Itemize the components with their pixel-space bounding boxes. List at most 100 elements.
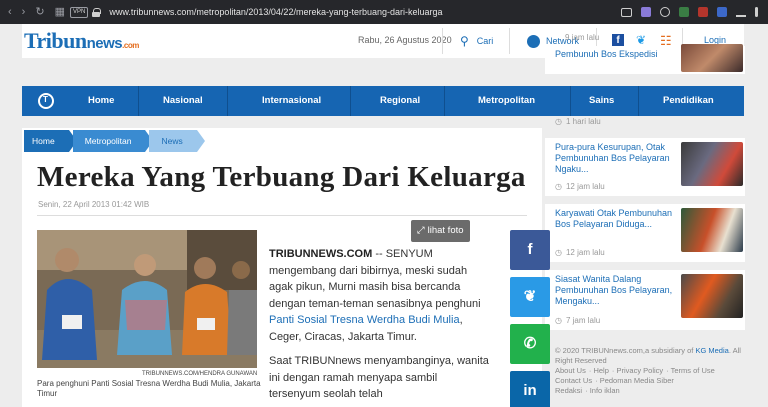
sidebar-top-time: 9 jam lalu: [565, 33, 600, 42]
kg-media-link[interactable]: KG Media: [695, 346, 728, 355]
menu-icon[interactable]: [755, 7, 758, 17]
nav-item-pendidikan[interactable]: Pendidikan: [663, 95, 714, 106]
twitter-icon: ❦: [523, 288, 537, 305]
share-twitter-button[interactable]: ❦: [510, 277, 550, 317]
footer-link[interactable]: Info iklan: [590, 386, 620, 395]
nav-item-internasional[interactable]: Internasional: [262, 95, 321, 106]
footer-links-row: About Us · Help · Privacy Policy · Terms of…: [555, 366, 715, 375]
article-date: Senin, 22 April 2013 01:42 WIB: [38, 200, 150, 209]
article-photo-image: [37, 230, 257, 368]
share-linkedin-button[interactable]: in: [510, 371, 550, 407]
footer-link[interactable]: Privacy Policy: [616, 366, 663, 375]
article-paragraph: Saat TRIBUNnews menyambanginya, wanita i…: [269, 355, 489, 400]
news-thumbnail[interactable]: [681, 208, 743, 252]
grid-icon[interactable]: ▦: [55, 0, 65, 24]
article-link[interactable]: Panti Sosial Tresna Werdha Budi Mulia: [269, 314, 460, 326]
forward-icon[interactable]: ›: [22, 0, 26, 24]
sidebar-news-item[interactable]: Siasat Wanita Dalang Pembunuhan Bos Pela…: [545, 270, 745, 330]
nav-item-regional[interactable]: Regional: [380, 95, 420, 106]
nav-item-metropolitan[interactable]: Metropolitan: [478, 95, 535, 106]
header-date: Rabu, 26 Agustus 2020: [358, 35, 452, 45]
extension-icon[interactable]: [679, 7, 689, 17]
address-bar[interactable]: www.tribunnews.com/metropolitan/2013/04/…: [109, 7, 621, 17]
photo-caption: Para penghuni Panti Sosial Tresna Werdha…: [37, 379, 261, 398]
news-thumbnail[interactable]: [681, 274, 743, 318]
sidebar-news-time: 12 jam lalu: [555, 182, 605, 191]
download-icon[interactable]: [736, 7, 746, 17]
extension-blue-icon[interactable]: [717, 7, 727, 17]
vpn-badge[interactable]: VPN: [70, 6, 89, 18]
back-icon[interactable]: ‹: [8, 0, 12, 24]
breadcrumb-news[interactable]: News: [149, 130, 206, 152]
search-icon: ⚲: [460, 34, 469, 48]
sidebar-news-item[interactable]: Karyawati Otak Pembunuhan Bos Pelayaran …: [545, 204, 745, 262]
copyright-text: © 2020 TRIBUNnews.com,a subsidiary of KG…: [555, 346, 741, 365]
sidebar-news-title[interactable]: Pembunuh Bos Ekspedisi: [555, 49, 675, 60]
share-facebook-button[interactable]: f: [510, 230, 550, 270]
ublock-icon[interactable]: [698, 7, 708, 17]
tribun-logo-icon[interactable]: [38, 93, 54, 109]
breadcrumb: Home Metropolitan News: [24, 130, 206, 152]
facebook-icon: f: [527, 241, 533, 258]
nav-item-sains[interactable]: Sains: [589, 95, 614, 106]
search-button[interactable]: ⚲ Cari: [460, 24, 493, 58]
sidebar-news-title[interactable]: Siasat Wanita Dalang Pembunuhan Bos Pela…: [555, 274, 675, 307]
twitter-icon[interactable]: ❦: [636, 33, 646, 47]
main-navbar: Home Nasional Internasional Regional Met…: [22, 86, 744, 116]
share-whatsapp-button[interactable]: ✆: [510, 324, 550, 364]
nav-divider: [350, 86, 351, 116]
photo-credit: TRIBUNNEWS.COM/HENDRA GUNAWAN: [142, 371, 258, 377]
footer-links-row: Contact Us · Pedoman Media Siber: [555, 376, 674, 385]
nav-divider: [227, 86, 228, 116]
footer-link[interactable]: Help: [593, 366, 608, 375]
camera-icon[interactable]: [621, 7, 632, 17]
sidebar-news-title[interactable]: Pura-pura Kesurupan, Otak Pembunuhan Bos…: [555, 142, 675, 175]
network-icon: [527, 34, 540, 48]
footer-link[interactable]: Terms of Use: [671, 366, 715, 375]
extensions-bar: [621, 7, 768, 17]
expand-icon: ⤢: [417, 225, 425, 236]
footer-link[interactable]: About Us: [555, 366, 586, 375]
footer-links-row: Redaksi · Info iklan: [555, 386, 620, 395]
article-body: TRIBUNNEWS.COM -- SENYUM mengembang dari…: [269, 246, 489, 403]
browser-toolbar: ‹ › ↻ ▦ VPN www.tribunnews.com/metropoli…: [0, 0, 768, 24]
linkedin-icon: in: [523, 382, 537, 399]
footer-link[interactable]: Pedoman Media Siber: [600, 376, 674, 385]
news-thumbnail[interactable]: [681, 44, 743, 72]
article-source: TRIBUNNEWS.COM: [269, 248, 373, 260]
heart-icon[interactable]: [660, 7, 670, 17]
facebook-icon[interactable]: f: [612, 34, 624, 46]
nav-divider: [638, 86, 639, 116]
footer-link[interactable]: Contact Us: [555, 376, 592, 385]
news-thumbnail[interactable]: [681, 142, 743, 186]
article-container: Home Metropolitan News Mereka Yang Terbu…: [22, 128, 550, 407]
sidebar-news-title[interactable]: Karyawati Otak Pembunuhan Bos Pelayaran …: [555, 208, 675, 230]
sidebar-news-item[interactable]: Pura-pura Kesurupan, Otak Pembunuhan Bos…: [545, 138, 745, 196]
reload-icon[interactable]: ↻: [35, 0, 44, 24]
site-logo[interactable]: Tribunnews.com: [24, 28, 139, 54]
sidebar-news-time: 1 hari lalu: [555, 117, 601, 126]
breadcrumb-home[interactable]: Home: [24, 130, 77, 152]
view-photo-button[interactable]: ⤢ lihat foto: [411, 220, 470, 242]
browser-nav: ‹ › ↻ ▦: [0, 0, 70, 24]
shield-icon[interactable]: [641, 7, 651, 17]
sidebar-news-item[interactable]: Pembunuh Bos Ekspedisi: [545, 44, 745, 74]
whatsapp-icon: ✆: [523, 335, 537, 352]
nav-divider: [570, 86, 571, 116]
web-page: Tribunnews.com Rabu, 26 Agustus 2020 ⚲ C…: [0, 24, 768, 407]
article-paragraph: TRIBUNNEWS.COM -- SENYUM mengembang dari…: [269, 248, 481, 343]
article-title: Mereka Yang Terbuang Dari Keluarga: [37, 161, 526, 193]
site-footer: © 2020 TRIBUNnews.com,a subsidiary of KG…: [555, 346, 745, 396]
article-photo[interactable]: [37, 230, 257, 368]
search-label: Cari: [476, 36, 494, 46]
sidebar-news-time: 7 jam lalu: [555, 316, 600, 325]
nav-item-home[interactable]: Home: [88, 95, 114, 106]
divider: [37, 215, 527, 216]
footer-link[interactable]: Redaksi: [555, 386, 582, 395]
sidebar-news-time: 12 jam lalu: [555, 248, 605, 257]
lock-icon[interactable]: [92, 7, 102, 17]
nav-divider: [444, 86, 445, 116]
nav-item-nasional[interactable]: Nasional: [163, 95, 203, 106]
header-divider: [442, 28, 443, 54]
breadcrumb-metropolitan[interactable]: Metropolitan: [72, 130, 154, 152]
